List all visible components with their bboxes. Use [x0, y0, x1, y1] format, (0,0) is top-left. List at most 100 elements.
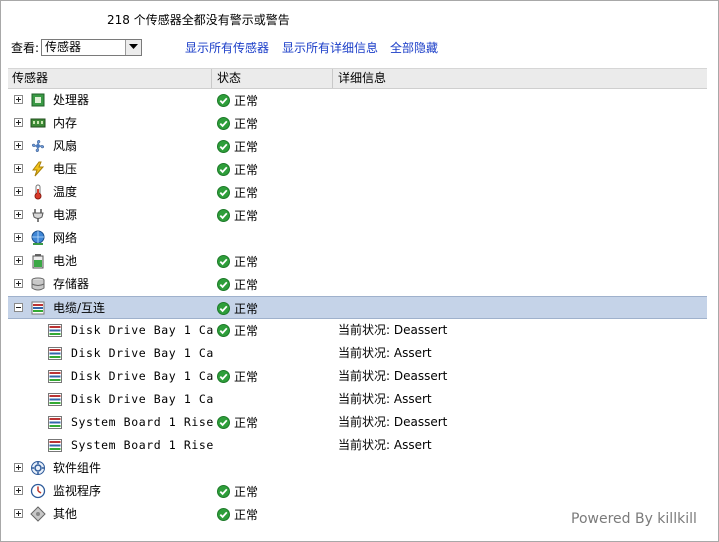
- status-ok-icon: [217, 485, 230, 498]
- sensor-category-row[interactable]: 电池 正常: [8, 250, 707, 273]
- status-text: 正常: [234, 302, 259, 316]
- sensor-category-row[interactable]: 风扇 正常: [8, 135, 707, 158]
- column-header-sensor[interactable]: 传感器: [8, 69, 212, 88]
- sensor-category-row[interactable]: 处理器 正常: [8, 89, 707, 112]
- sensor-row[interactable]: System Board 1 Riser Config 当前状况: Assert: [8, 434, 707, 457]
- hide-all-link[interactable]: 全部隐藏: [390, 39, 438, 56]
- sensor-category-name[interactable]: 处理器: [53, 89, 89, 112]
- status-ok-icon: [217, 302, 230, 315]
- sensor-detail: 当前状况: Deassert: [338, 369, 448, 383]
- sensor-category-name[interactable]: 软件组件: [53, 457, 101, 480]
- power-icon: [32, 209, 44, 222]
- cable-sensor-icon: [48, 370, 62, 383]
- expand-icon[interactable]: [14, 463, 23, 472]
- column-header-details[interactable]: 详细信息: [334, 69, 707, 88]
- sensor-status: 正常: [217, 204, 258, 227]
- cable-sensor-icon: [48, 439, 62, 452]
- sensor-category-name[interactable]: 监视程序: [53, 480, 101, 503]
- expand-icon[interactable]: [14, 233, 23, 242]
- table-body: 处理器 正常 内存 正常 风扇 正常 电压 正常 温度 正常 电源 正常 网络 …: [8, 89, 707, 526]
- collapse-icon[interactable]: [14, 303, 23, 312]
- sensor-category-name[interactable]: 内存: [53, 112, 77, 135]
- sensor-category-row[interactable]: 监视程序 正常: [8, 480, 707, 503]
- sensor-name[interactable]: Disk Drive Bay 1 Cable SAS B: [71, 365, 213, 388]
- column-header-status[interactable]: 状态: [213, 69, 333, 88]
- view-selector-row: 查看: 传感器: [11, 37, 143, 57]
- voltage-icon: [32, 161, 45, 177]
- sensor-row[interactable]: Disk Drive Bay 1 Cable SAS B 正常 当前状况: De…: [8, 365, 707, 388]
- sensor-detail: 当前状况: Deassert: [338, 323, 448, 337]
- sensor-category-name[interactable]: 风扇: [53, 135, 77, 158]
- show-all-details-link[interactable]: 显示所有详细信息: [282, 39, 378, 56]
- sensor-row[interactable]: System Board 1 Riser Config 正常 当前状况: Dea…: [8, 411, 707, 434]
- sensor-category-name[interactable]: 电压: [53, 158, 77, 181]
- sensor-name[interactable]: Disk Drive Bay 1 Cable SAS A: [71, 319, 213, 342]
- status-ok-icon: [217, 163, 230, 176]
- sensor-category-name[interactable]: 电缆/互连: [53, 297, 105, 320]
- expand-icon[interactable]: [14, 95, 23, 104]
- dropdown-arrow-icon[interactable]: [125, 39, 142, 55]
- other-icon: [30, 506, 46, 522]
- sensor-category-row[interactable]: 内存 正常: [8, 112, 707, 135]
- watermark: Powered By killkill: [571, 511, 697, 527]
- sensor-status: 正常: [217, 319, 258, 342]
- sensor-status: 正常: [217, 503, 258, 526]
- sensor-name[interactable]: System Board 1 Riser Config: [71, 411, 213, 434]
- status-text: 正常: [234, 163, 259, 177]
- sensor-table: 传感器 状态 详细信息 处理器 正常 内存 正常 风扇 正常 电压 正常 温度 …: [8, 68, 707, 526]
- sensor-status: 正常: [217, 273, 258, 296]
- sensor-name[interactable]: Disk Drive Bay 1 Cable SAS A: [71, 342, 213, 365]
- sensor-category-name[interactable]: 电池: [53, 250, 77, 273]
- status-text: 正常: [234, 416, 259, 430]
- sensor-category-row[interactable]: 软件组件: [8, 457, 707, 480]
- expand-icon[interactable]: [14, 164, 23, 173]
- expand-icon[interactable]: [14, 256, 23, 265]
- sensor-status: 正常: [217, 411, 258, 434]
- sensor-status: 正常: [217, 181, 258, 204]
- status-ok-icon: [217, 416, 230, 429]
- sensor-category-name[interactable]: 网络: [53, 227, 77, 250]
- status-text: 正常: [234, 278, 259, 292]
- status-ok-icon: [217, 140, 230, 153]
- table-header: 传感器 状态 详细信息: [8, 68, 707, 89]
- sensor-category-name[interactable]: 存储器: [53, 273, 89, 296]
- expand-icon[interactable]: [14, 509, 23, 518]
- sensor-category-row[interactable]: 网络: [8, 227, 707, 250]
- sensor-category-name[interactable]: 温度: [53, 181, 77, 204]
- sensor-category-name[interactable]: 其他: [53, 503, 77, 526]
- sensor-category-row[interactable]: 电压 正常: [8, 158, 707, 181]
- sensor-category-row[interactable]: 电源 正常: [8, 204, 707, 227]
- expand-icon[interactable]: [14, 141, 23, 150]
- temperature-icon: [34, 184, 42, 200]
- expand-icon[interactable]: [14, 210, 23, 219]
- sensor-name[interactable]: Disk Drive Bay 1 Cable SAS B: [71, 388, 213, 411]
- show-all-sensors-link[interactable]: 显示所有传感器: [185, 39, 269, 56]
- expand-icon[interactable]: [14, 486, 23, 495]
- sensor-detail: 当前状况: Deassert: [338, 415, 448, 429]
- status-ok-icon: [217, 94, 230, 107]
- expand-icon[interactable]: [14, 187, 23, 196]
- sensor-row[interactable]: Disk Drive Bay 1 Cable SAS A 当前状况: Asser…: [8, 342, 707, 365]
- cable-sensor-icon: [48, 393, 62, 406]
- sensor-category-row[interactable]: 存储器 正常: [8, 273, 707, 296]
- status-text: 正常: [234, 370, 259, 384]
- sensor-category-row[interactable]: 温度 正常: [8, 181, 707, 204]
- expand-icon[interactable]: [14, 118, 23, 127]
- sensor-category-row[interactable]: 电缆/互连 正常: [8, 296, 707, 319]
- status-ok-icon: [217, 508, 230, 521]
- sensor-name[interactable]: System Board 1 Riser Config: [71, 434, 213, 457]
- sensor-status: 正常: [217, 89, 258, 112]
- sensor-row[interactable]: Disk Drive Bay 1 Cable SAS B 当前状况: Asser…: [8, 388, 707, 411]
- status-text: 正常: [234, 324, 259, 338]
- sensor-detail: 当前状况: Assert: [338, 392, 432, 406]
- sensor-status: 正常: [217, 480, 258, 503]
- sensor-summary: 218 个传感器全都没有警示或警告: [107, 13, 290, 27]
- status-ok-icon: [217, 324, 230, 337]
- view-select[interactable]: 传感器: [41, 38, 143, 56]
- expand-icon[interactable]: [14, 279, 23, 288]
- fan-icon: [31, 139, 45, 153]
- sensor-status: 正常: [217, 112, 258, 135]
- sensor-category-name[interactable]: 电源: [53, 204, 77, 227]
- sensor-detail: 当前状况: Assert: [338, 438, 432, 452]
- sensor-row[interactable]: Disk Drive Bay 1 Cable SAS A 正常 当前状况: De…: [8, 319, 707, 342]
